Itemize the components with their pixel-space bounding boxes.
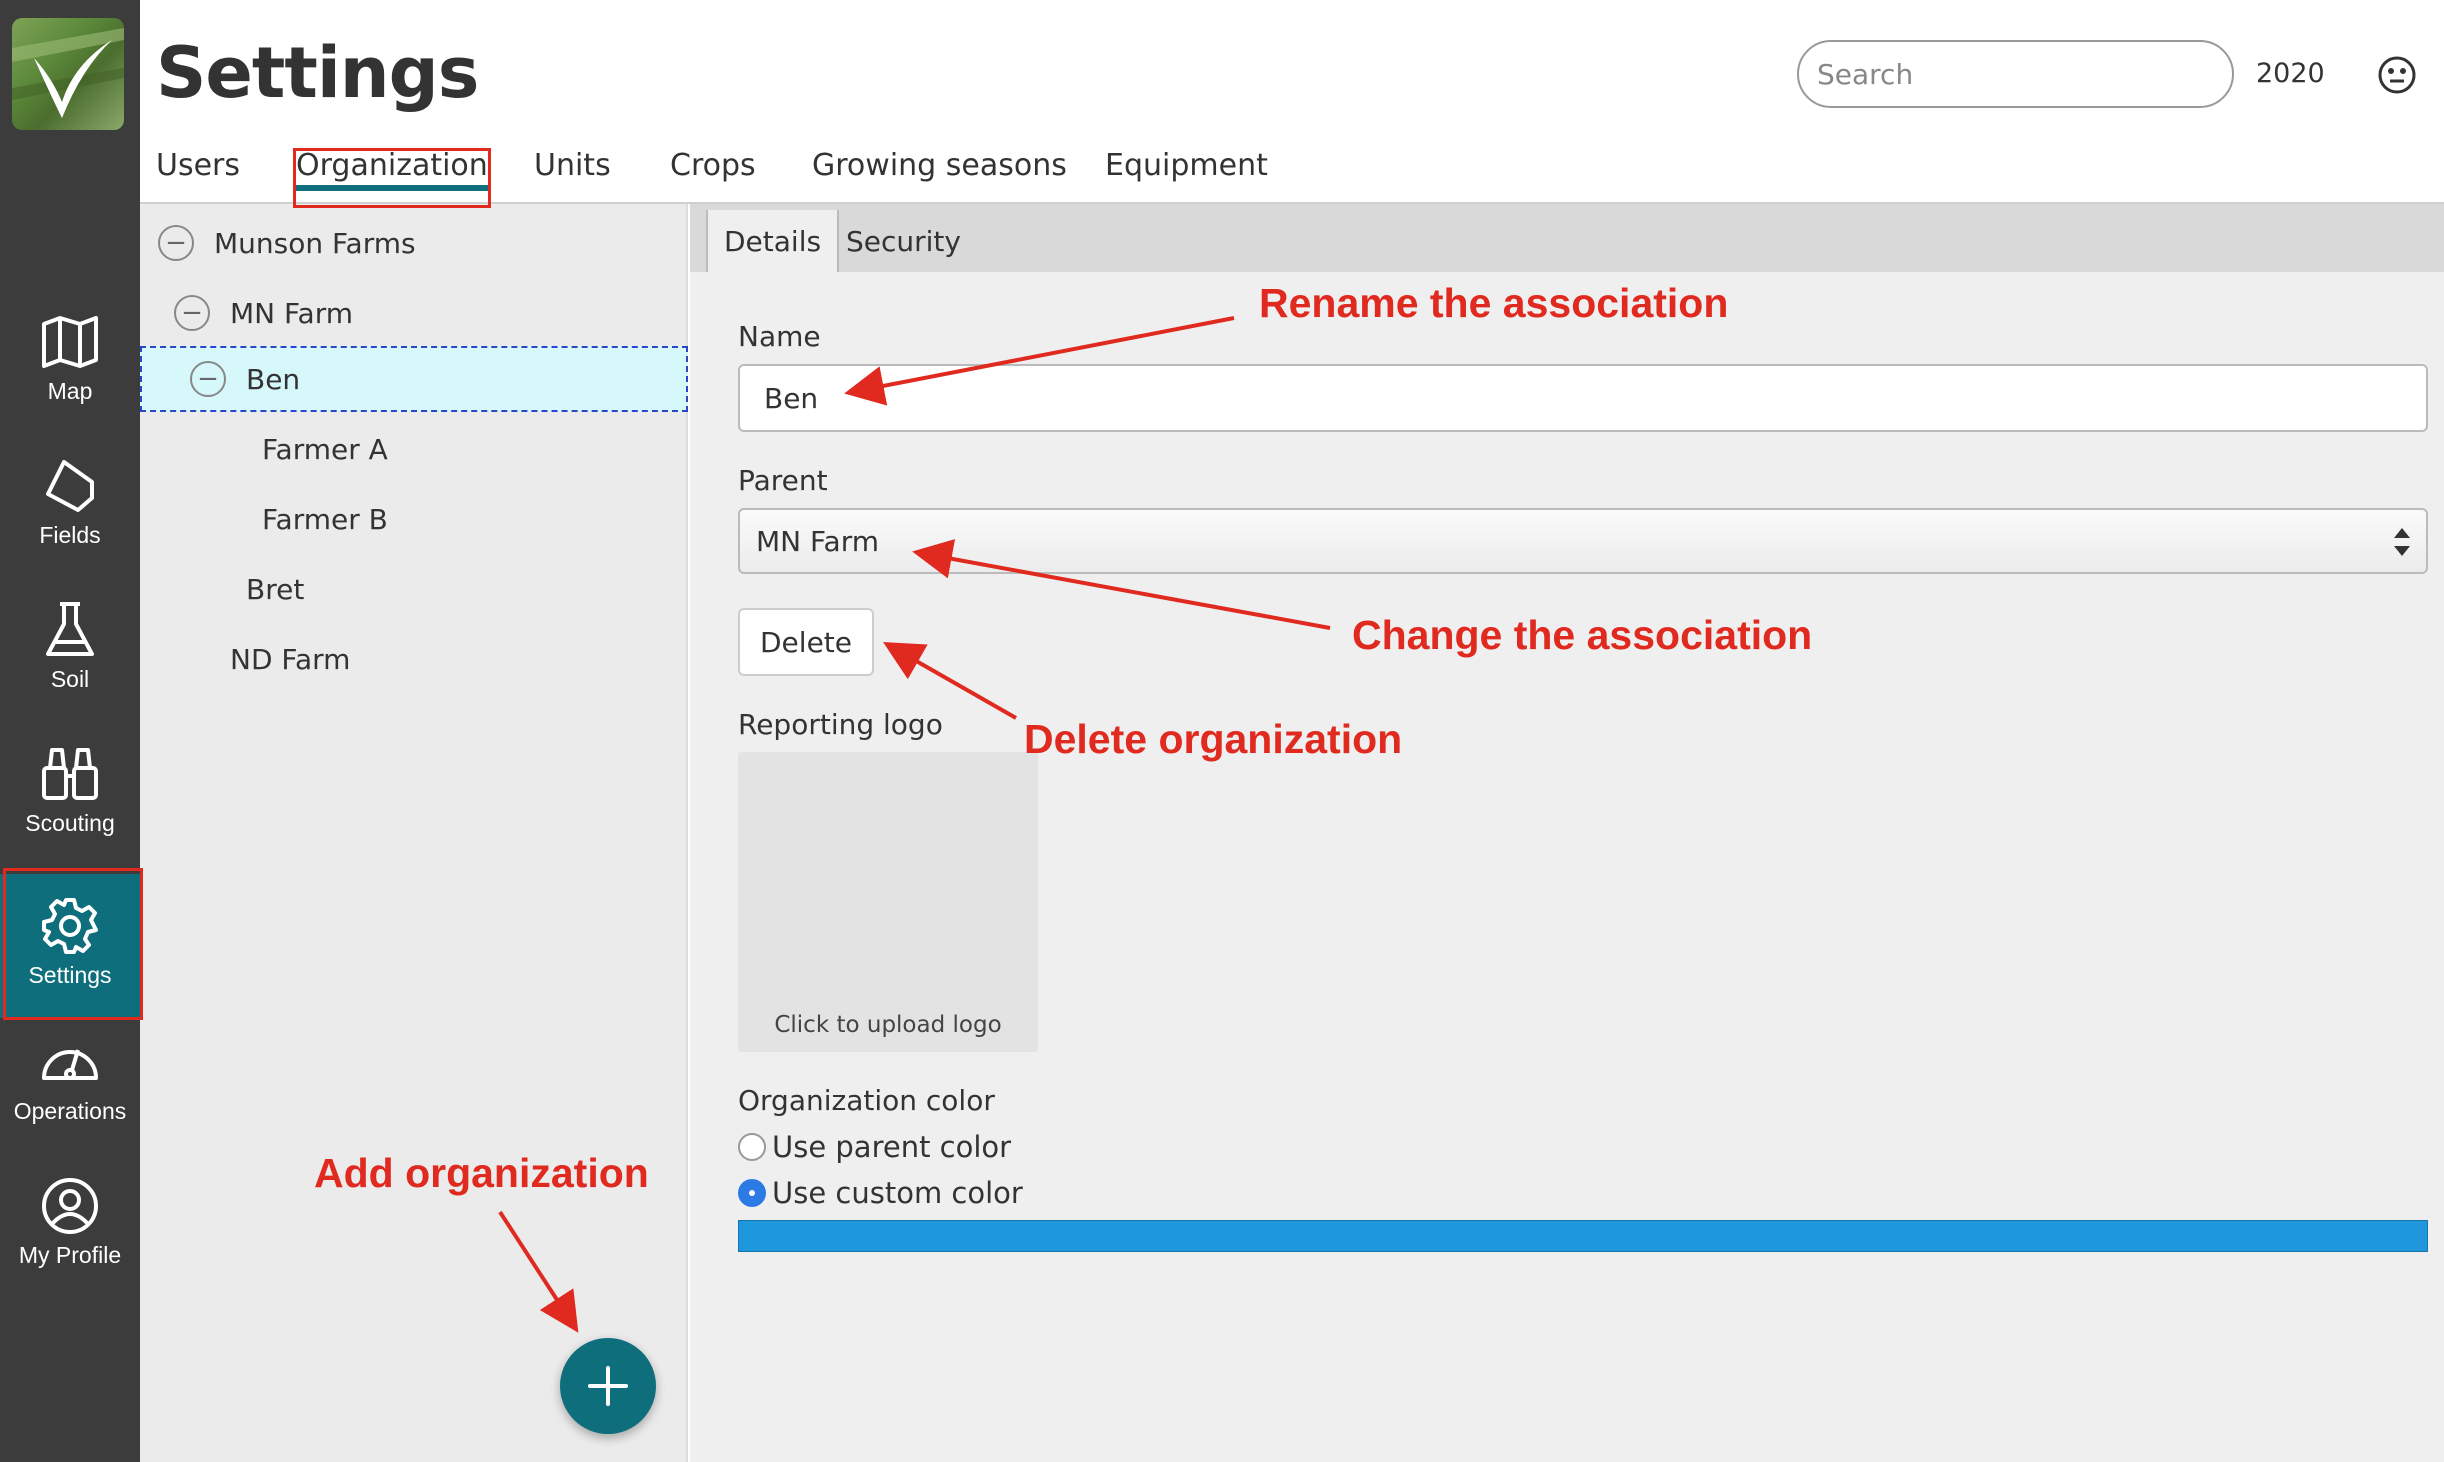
- delete-button[interactable]: Delete: [738, 608, 874, 676]
- name-field[interactable]: [738, 364, 2428, 432]
- flask-icon: [46, 602, 94, 656]
- feedback-face-icon[interactable]: [2376, 54, 2418, 96]
- upload-logo-text: Click to upload logo: [774, 1012, 1002, 1038]
- nav-scouting[interactable]: Scouting: [0, 742, 140, 882]
- organization-color-label: Organization color: [738, 1084, 995, 1117]
- annotation-add: Add organization: [314, 1150, 649, 1196]
- collapse-icon[interactable]: −: [174, 295, 210, 331]
- field-icon: [46, 460, 94, 512]
- parent-select-value: MN Farm: [756, 524, 879, 558]
- app-logo[interactable]: [12, 18, 124, 130]
- tree-item-label: Farmer B: [262, 502, 388, 536]
- nav-label-operations: Operations: [13, 1098, 127, 1124]
- tree-item-label: Ben: [246, 362, 301, 396]
- tree-item-munson-farms[interactable]: − Munson Farms: [158, 210, 416, 276]
- tab-growing-seasons[interactable]: Growing seasons: [812, 148, 1067, 183]
- detail-tabs: Details Security: [690, 204, 2444, 272]
- binoculars-icon: [42, 748, 98, 800]
- collapse-icon[interactable]: −: [158, 225, 194, 261]
- tree-item-label: MN Farm: [230, 296, 353, 330]
- nav-fields[interactable]: Fields: [0, 454, 140, 594]
- map-icon: [42, 316, 98, 368]
- tree-item-label: Munson Farms: [214, 226, 416, 260]
- nav-soil[interactable]: Soil: [0, 598, 140, 738]
- use-parent-color-option[interactable]: Use parent color: [738, 1130, 1011, 1164]
- tree-item-farmer-a[interactable]: Farmer A: [262, 416, 388, 482]
- radio-custom-label: Use custom color: [772, 1176, 1023, 1210]
- highlight-organization-tab: [293, 148, 491, 208]
- tab-users[interactable]: Users: [156, 148, 240, 183]
- custom-color-swatch[interactable]: [738, 1220, 2428, 1252]
- tree-item-ben[interactable]: − Ben: [140, 346, 688, 412]
- nav-operations[interactable]: Operations: [0, 1030, 140, 1170]
- collapse-icon[interactable]: −: [190, 361, 226, 397]
- details-panel: Details Security Name Parent MN Farm Del…: [690, 204, 2444, 1462]
- tab-equipment[interactable]: Equipment: [1105, 148, 1268, 183]
- tab-details[interactable]: Details: [706, 210, 840, 272]
- name-label: Name: [738, 320, 821, 353]
- organization-tree: − Munson Farms − MN Farm − Ben Farmer A …: [140, 204, 688, 1462]
- add-organization-button[interactable]: [560, 1338, 656, 1434]
- tree-item-bret[interactable]: Bret: [246, 556, 304, 622]
- tree-item-nd-farm[interactable]: ND Farm: [230, 626, 350, 692]
- nav-my-profile[interactable]: My Profile: [0, 1174, 140, 1314]
- nav-map[interactable]: Map: [0, 310, 140, 450]
- radio-parent-label: Use parent color: [772, 1130, 1012, 1164]
- user-icon: [42, 1178, 98, 1234]
- annotation-rename: Rename the association: [1259, 280, 1729, 326]
- search-input[interactable]: [1797, 40, 2234, 108]
- tab-security[interactable]: Security: [830, 210, 977, 272]
- page-title: Settings: [156, 32, 479, 114]
- nav-label-fields: Fields: [39, 522, 101, 548]
- nav-label-my-profile: My Profile: [18, 1242, 122, 1268]
- tree-item-label: ND Farm: [230, 642, 351, 676]
- logo-upload-area[interactable]: Click to upload logo: [738, 752, 1038, 1052]
- parent-select[interactable]: MN Farm: [738, 508, 2428, 574]
- annotation-delete: Delete organization: [1024, 716, 1403, 762]
- tree-item-label: Bret: [246, 572, 305, 606]
- nav-label-soil: Soil: [50, 666, 90, 692]
- radio-custom-color[interactable]: [738, 1179, 766, 1207]
- radio-parent-color[interactable]: [738, 1133, 766, 1161]
- sidebar: Map Fields Soil Scouting Settings Operat…: [0, 0, 140, 1462]
- tree-item-mn-farm[interactable]: − MN Farm: [174, 280, 353, 346]
- select-arrows-icon: [2394, 528, 2410, 556]
- tab-crops[interactable]: Crops: [670, 148, 756, 183]
- tree-item-label: Farmer A: [262, 432, 388, 466]
- plus-icon: [588, 1366, 628, 1406]
- gauge-icon: [42, 1049, 98, 1080]
- parent-label: Parent: [738, 464, 828, 497]
- annotation-change: Change the association: [1352, 612, 1813, 658]
- highlight-settings-nav: [3, 868, 143, 1020]
- nav-label-scouting: Scouting: [25, 810, 115, 836]
- tree-item-farmer-b[interactable]: Farmer B: [262, 486, 388, 552]
- reporting-logo-label: Reporting logo: [738, 708, 943, 741]
- nav-label-map: Map: [47, 378, 93, 404]
- year-selector[interactable]: 2020: [2256, 58, 2325, 89]
- tab-units[interactable]: Units: [534, 148, 611, 183]
- use-custom-color-option[interactable]: Use custom color: [738, 1176, 1023, 1210]
